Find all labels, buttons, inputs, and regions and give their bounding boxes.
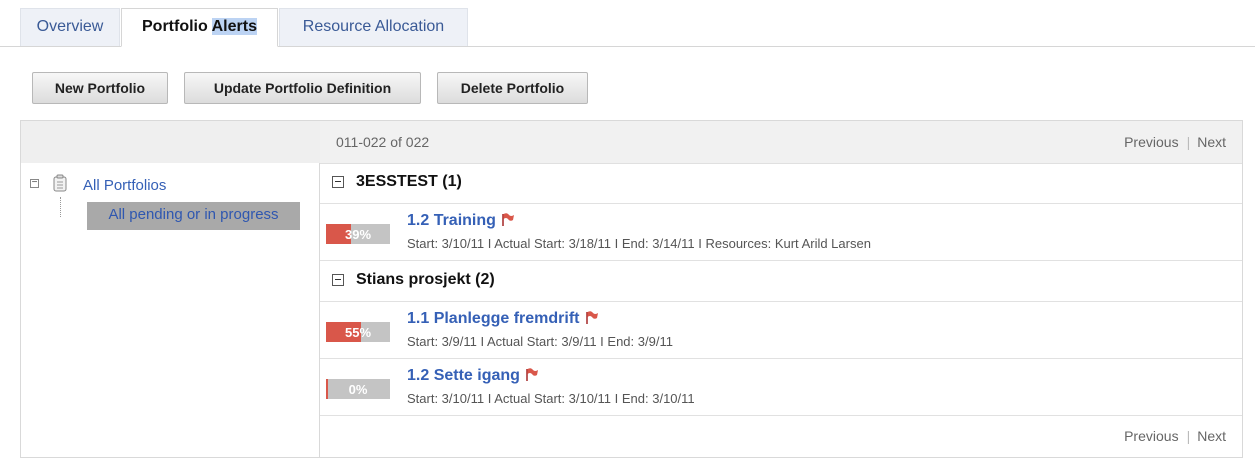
group-header[interactable]: 3ESSTEST (1) — [320, 163, 1242, 204]
tab-portfolio-alerts-highlight: Alerts — [211, 18, 257, 35]
portfolio-panel: − All Portfolios All pending or in progr… — [20, 120, 1243, 458]
tree-item-all-pending[interactable]: All pending or in progress — [87, 202, 300, 230]
task-title-text[interactable]: 1.2 Sette igang — [407, 367, 520, 384]
previous-link[interactable]: Previous — [1124, 428, 1178, 444]
portfolio-tree: − All Portfolios All pending or in progr… — [21, 163, 320, 457]
tab-resource-allocation-label: Resource Allocation — [302, 18, 445, 35]
next-link[interactable]: Next — [1197, 428, 1226, 444]
update-portfolio-definition-button[interactable]: Update Portfolio Definition — [184, 72, 421, 104]
task-title[interactable]: 1.1 Planlegge fremdrift — [407, 310, 599, 328]
task-title-text[interactable]: 1.1 Planlegge fremdrift — [407, 310, 580, 327]
progress-label: 55% — [344, 325, 372, 340]
alerts-list: 3ESSTEST (1) 39% 1.2 Training Start: 3/1… — [320, 163, 1242, 457]
task-title[interactable]: 1.2 Training — [407, 212, 515, 230]
tab-portfolio-alerts-label: Portfolio — [142, 18, 212, 35]
tab-resource-allocation[interactable]: Resource Allocation — [279, 8, 468, 46]
next-link[interactable]: Next — [1197, 134, 1226, 150]
tab-bar: Overview Portfolio Alerts Resource Alloc… — [0, 0, 1255, 47]
task-meta: Start: 3/9/11 I Actual Start: 3/9/11 I E… — [407, 334, 673, 349]
flag-icon — [585, 311, 598, 324]
task-meta: Start: 3/10/11 I Actual Start: 3/10/11 I… — [407, 391, 695, 406]
alert-item: 55% 1.1 Planlegge fremdrift Start: 3/9/1… — [320, 302, 1242, 359]
pager-bottom: Previous | Next — [1124, 428, 1226, 444]
progress-label: 39% — [344, 227, 372, 242]
collapse-icon[interactable] — [332, 274, 344, 286]
new-portfolio-button[interactable]: New Portfolio — [32, 72, 168, 104]
tab-overview[interactable]: Overview — [20, 8, 120, 46]
group-title: Stians prosjekt (2) — [356, 271, 495, 288]
task-meta: Start: 3/10/11 I Actual Start: 3/18/11 I… — [407, 236, 871, 251]
progress-bar: 39% — [326, 224, 390, 244]
tree-collapse-icon[interactable]: − — [30, 178, 39, 188]
tree-item-all-portfolios[interactable]: All Portfolios — [83, 177, 166, 194]
previous-link[interactable]: Previous — [1124, 134, 1178, 150]
tree-header — [21, 121, 320, 163]
delete-portfolio-button[interactable]: Delete Portfolio — [437, 72, 588, 104]
pager-header: 011-022 of 022 Previous | Next — [320, 121, 1242, 164]
pager-separator: | — [1186, 134, 1191, 150]
progress-bar: 55% — [326, 322, 390, 342]
flag-icon — [502, 213, 514, 226]
collapse-icon[interactable] — [332, 176, 344, 188]
progress-bar: 0% — [326, 379, 390, 399]
tab-overview-label: Overview — [36, 18, 104, 35]
task-title-text[interactable]: 1.2 Training — [407, 212, 496, 229]
group-title: 3ESSTEST (1) — [356, 173, 462, 190]
flag-icon — [526, 368, 538, 381]
progress-label: 0% — [348, 382, 368, 397]
portfolio-folder-icon — [52, 174, 68, 197]
task-title[interactable]: 1.2 Sette igang — [407, 367, 539, 385]
tab-portfolio-alerts[interactable]: Portfolio Alerts — [121, 8, 278, 47]
group-header[interactable]: Stians prosjekt (2) — [320, 261, 1242, 302]
alert-item: 39% 1.2 Training Start: 3/10/11 I Actual… — [320, 204, 1242, 261]
pager-range: 011-022 of 022 — [336, 134, 430, 150]
pager-top: Previous | Next — [1124, 134, 1226, 150]
alert-item: 0% 1.2 Sette igang Start: 3/10/11 I Actu… — [320, 359, 1242, 416]
pager-separator: | — [1186, 428, 1191, 444]
tree-connector — [60, 197, 62, 217]
